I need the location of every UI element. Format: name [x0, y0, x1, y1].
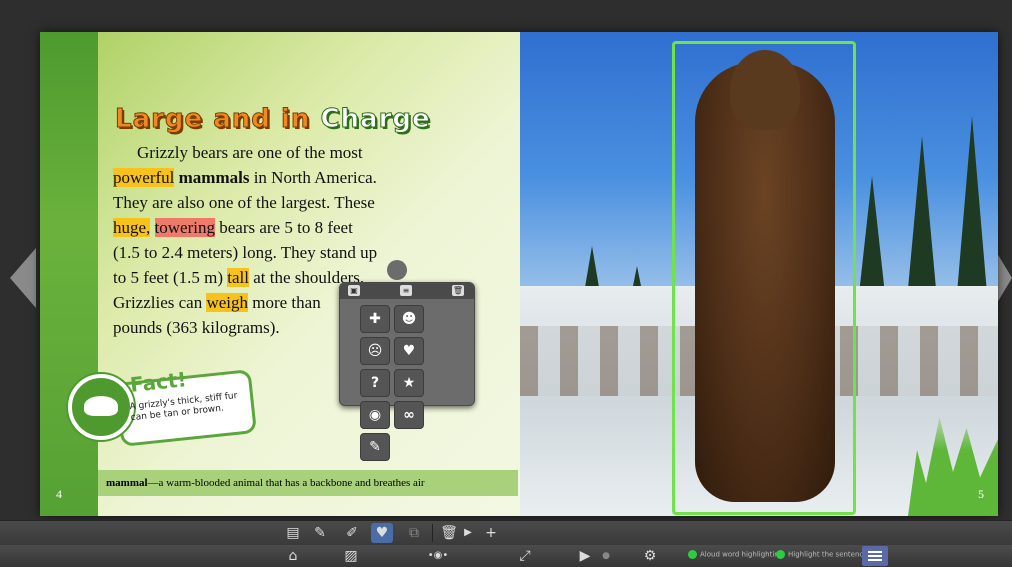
delete-icon[interactable]: 🗑	[440, 523, 458, 543]
marker-pin-icon[interactable]	[387, 260, 407, 280]
glossary-word[interactable]: mammals	[179, 168, 250, 187]
main-toolbar: ⌂ ▨ •◉• ⤢ ▶ ● ⚙ Aloud word highlighting …	[0, 545, 1012, 567]
text-line: (1.5 to 2.4 meters) long. They stand up	[113, 243, 378, 262]
page-number-left: 4	[56, 487, 62, 501]
highlight-word[interactable]: powerful	[113, 168, 175, 187]
eye-icon[interactable]: ◉	[360, 401, 390, 429]
divider	[432, 524, 433, 542]
text-line: bears are 5 to 8 feet	[214, 218, 353, 237]
pin-icon[interactable]: ✚	[360, 305, 390, 333]
text-line: They are also one of the largest. These	[113, 193, 375, 212]
heading-part2: Charge	[320, 104, 431, 135]
shapes-icon[interactable]: ⧉	[404, 523, 424, 543]
highlighter-icon[interactable]: ✐	[342, 523, 362, 543]
annotation-toolbar: ▤ ✎ ✐ ♥ ⧉ 🗑 ▶ +	[0, 520, 1012, 545]
annotation-popup: ▣ ≡ 🗑 ✚ ☻ ☹ ♥? ★ ◉ ∞ ✎	[339, 282, 475, 461]
star-icon[interactable]: ★	[394, 369, 424, 397]
page-stripe	[40, 32, 98, 516]
sentence-highlight-label: Highlight the sentence	[788, 550, 868, 559]
selection-frame[interactable]	[672, 41, 856, 515]
audio-settings-icon[interactable]: ⚙	[640, 546, 660, 566]
fullscreen-icon[interactable]: ⤢	[515, 546, 535, 566]
expand-arrow-icon[interactable]: ▶	[463, 523, 473, 543]
home-icon[interactable]: ⌂	[283, 546, 303, 566]
previous-page-arrow[interactable]	[10, 248, 36, 308]
text-line: more than	[248, 293, 321, 312]
play-icon[interactable]: ▶	[578, 546, 592, 566]
popup-image-icon[interactable]: ▣	[348, 285, 360, 296]
link-icon[interactable]: ∞	[394, 401, 424, 429]
highlight-word-selected[interactable]: towering	[154, 218, 215, 237]
smiley-icon[interactable]: ☻	[394, 305, 424, 333]
glossary-term: mammal	[106, 477, 148, 489]
highlight-word[interactable]: weigh	[206, 293, 248, 312]
popup-list-icon[interactable]: ≡	[400, 285, 412, 296]
add-icon[interactable]: +	[484, 523, 498, 543]
highlight-word[interactable]: tall	[227, 268, 249, 287]
book-spread: Large and in Charge Grizzly bears are on…	[40, 32, 998, 516]
text-line: pounds (363 kilograms).	[113, 318, 280, 337]
page-number-right: 5	[978, 487, 984, 501]
record-icon[interactable]: ●	[600, 546, 612, 566]
text-line: Grizzly bears are one of the most	[137, 143, 363, 162]
glossary-bar: mammal—a warm-blooded animal that has a …	[98, 470, 518, 496]
page-heading: Large and in Charge	[114, 104, 431, 135]
highlight-word[interactable]: huge,	[113, 218, 151, 237]
notes-icon[interactable]: ▤	[283, 523, 303, 543]
text-line: in North America.	[249, 168, 377, 187]
question-icon[interactable]: ?	[360, 369, 390, 397]
speech-icon[interactable]: ✎	[360, 433, 390, 461]
page-thumbnails-icon[interactable]: •◉•	[425, 546, 451, 566]
bear-icon	[68, 374, 134, 440]
surprised-icon[interactable]: ☹	[360, 337, 390, 365]
sticker-grid: ✚ ☻ ☹ ♥? ★ ◉ ∞ ✎	[358, 303, 454, 463]
sentence-highlight-option[interactable]: Highlight the sentence	[776, 550, 868, 559]
glossary-definition: —a warm-blooded animal that has a backbo…	[147, 477, 425, 489]
marker-icon[interactable]: ♥	[371, 523, 393, 543]
zoom-icon[interactable]: ▨	[342, 546, 360, 566]
menu-icon[interactable]	[862, 546, 888, 566]
heading-part1: Large and in	[114, 104, 311, 135]
popup-trash-icon[interactable]: 🗑	[452, 285, 464, 296]
text-line: Grizzlies can	[113, 293, 207, 312]
text-line: to 5 feet (1.5 m)	[113, 268, 228, 287]
reader-stage: Large and in Charge Grizzly bears are on…	[0, 0, 1012, 520]
brush-icon[interactable]: ✎	[310, 523, 330, 543]
heart-icon[interactable]: ♥	[394, 337, 424, 365]
popup-header: ▣ ≡ 🗑	[340, 283, 474, 299]
word-highlight-label: Aloud word highlighting	[700, 550, 784, 559]
word-highlight-option[interactable]: Aloud word highlighting	[688, 550, 783, 559]
